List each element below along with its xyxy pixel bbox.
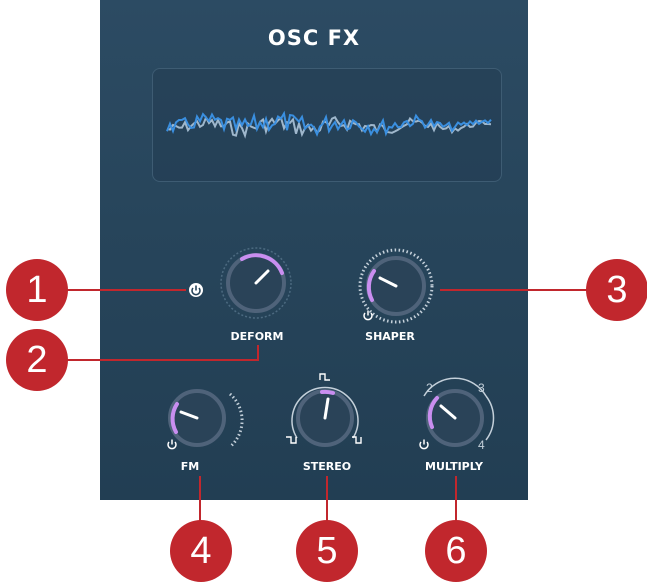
stereo-knob[interactable] <box>291 386 359 447</box>
controls-layer: 2 3 4 <box>60 247 590 522</box>
square-wave-icon-left <box>286 436 297 444</box>
callout-3: 3 <box>586 259 647 321</box>
deform-power-icon[interactable] <box>189 283 203 297</box>
callout-1: 1 <box>6 259 68 321</box>
shaper-knob[interactable] <box>358 248 434 324</box>
multiply-step-3: 3 <box>478 381 485 395</box>
callout-5: 5 <box>296 520 358 582</box>
fm-knob[interactable] <box>168 389 244 448</box>
callout-6: 6 <box>425 520 487 582</box>
multiply-step-2: 2 <box>426 381 433 395</box>
leader-2 <box>60 345 259 361</box>
callout-2: 2 <box>6 329 68 391</box>
callout-4: 4 <box>170 520 232 582</box>
square-wave-icon-top <box>319 373 330 381</box>
multiply-step-4: 4 <box>478 438 485 452</box>
multiply-power-icon[interactable] <box>419 439 429 450</box>
fm-power-icon[interactable] <box>167 439 177 450</box>
deform-knob[interactable] <box>220 247 292 319</box>
